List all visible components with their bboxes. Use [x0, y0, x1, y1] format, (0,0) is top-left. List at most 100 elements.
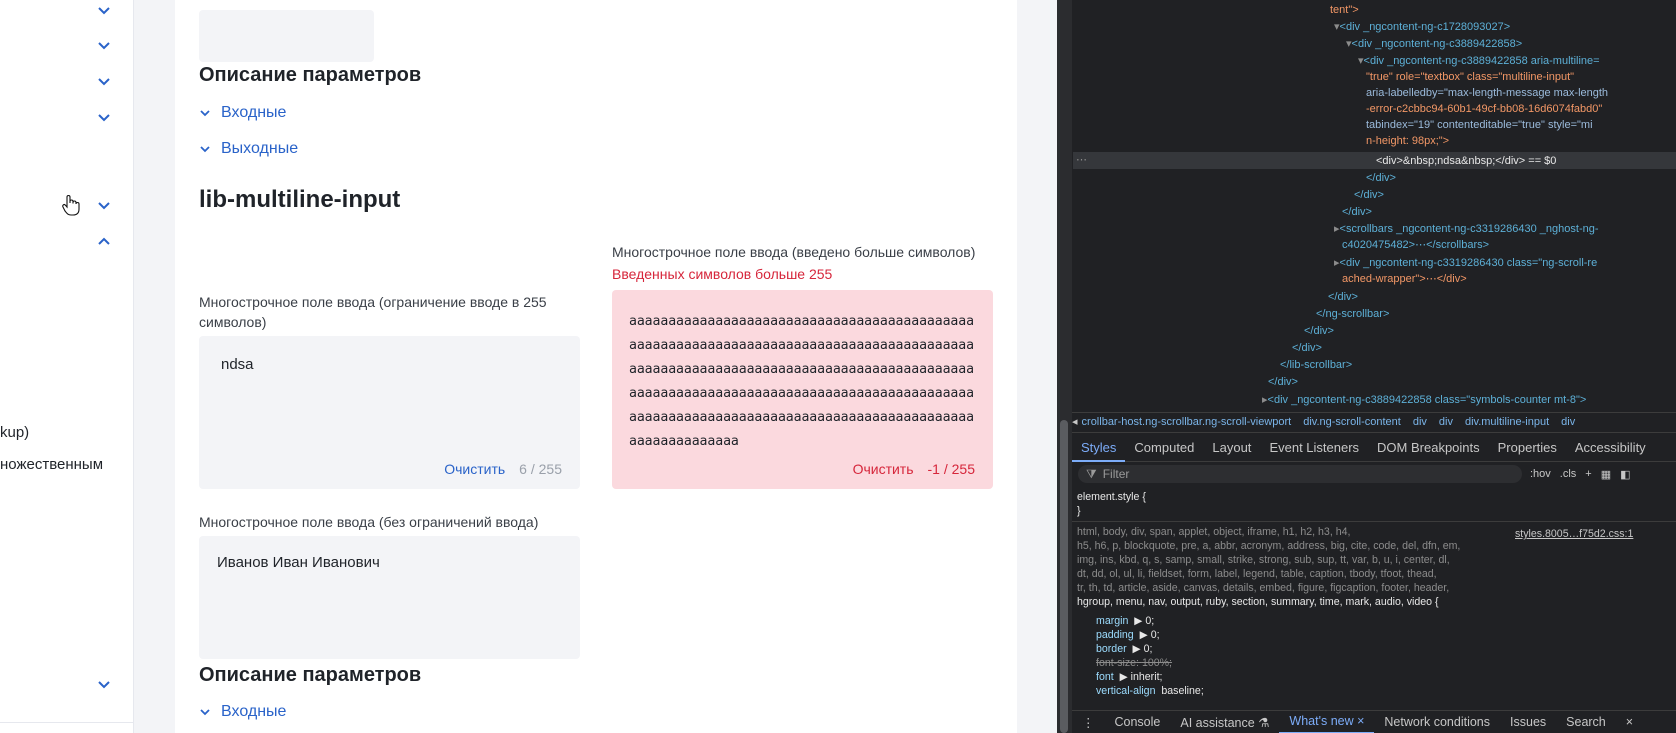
css-prop-name[interactable]: border: [1096, 643, 1127, 655]
breadcrumb-item[interactable]: div: [1561, 416, 1575, 428]
dom-line[interactable]: </div>: [1292, 342, 1322, 354]
chevron-down-icon[interactable]: [97, 74, 111, 88]
chevron-down-icon[interactable]: [97, 677, 111, 691]
css-selector[interactable]: html, body, div, span, applet, object, i…: [1077, 526, 1350, 538]
more-tools-icon[interactable]: ⋮: [1072, 715, 1105, 730]
drawer-tab-ai-assistance[interactable]: AI assistance ⚗: [1170, 715, 1279, 730]
dom-line[interactable]: tent">: [1330, 4, 1359, 16]
inputs-expander[interactable]: Входные: [199, 104, 286, 122]
scroll-left-icon[interactable]: ◂: [1072, 416, 1078, 428]
inputs-expander[interactable]: Входные: [199, 703, 286, 721]
dom-line[interactable]: ached-wrapper">⋯</div>: [1342, 273, 1467, 285]
css-prop-value[interactable]: ▶ 0;: [1140, 629, 1160, 641]
css-source-link[interactable]: styles.8005…f75d2.css:1: [1515, 528, 1633, 540]
chevron-up-icon[interactable]: [97, 234, 111, 248]
more-icon[interactable]: ⋯: [1076, 154, 1087, 166]
tab-styles[interactable]: Styles: [1072, 436, 1126, 462]
dom-line[interactable]: <div _ngcontent-ng-c3889422858>: [1352, 38, 1523, 50]
css-brace: }: [1077, 505, 1081, 517]
css-selector[interactable]: img, ins, kbd, q, s, samp, small, strike…: [1077, 554, 1450, 566]
dom-line[interactable]: </lib-scrollbar>: [1280, 359, 1352, 371]
drawer-tab-network-conditions[interactable]: Network conditions: [1374, 715, 1500, 729]
tab-layout[interactable]: Layout: [1203, 436, 1260, 462]
field-unlimited-value[interactable]: Иванов Иван Иванович: [217, 554, 380, 571]
drawer-tab-whats-new[interactable]: What's new ×: [1279, 711, 1375, 733]
dom-line[interactable]: tabindex="19" contenteditable="true" sty…: [1366, 119, 1593, 131]
drawer-tab-search[interactable]: Search: [1556, 715, 1616, 729]
close-icon[interactable]: ×: [1616, 715, 1643, 729]
chevron-down-icon[interactable]: [97, 110, 111, 124]
css-prop-name[interactable]: font: [1096, 671, 1114, 683]
css-prop-name[interactable]: font-size: [1096, 657, 1136, 669]
dom-line[interactable]: </div>: [1304, 325, 1334, 337]
dom-line[interactable]: </div>: [1342, 206, 1372, 218]
chevron-down-icon[interactable]: [97, 3, 111, 17]
field-limited-value[interactable]: ndsa: [221, 356, 254, 373]
selected-dom-node[interactable]: [1073, 152, 1676, 169]
previous-field-box[interactable]: [199, 10, 374, 62]
tab-computed[interactable]: Computed: [1125, 436, 1203, 462]
dom-line[interactable]: <div _ngcontent-ng-c3889422858 class="sy…: [1268, 394, 1587, 406]
dom-line[interactable]: aria-labelledby="max-length-message max-…: [1366, 87, 1608, 99]
drawer-tab-console[interactable]: Console: [1105, 715, 1171, 729]
field-over-input[interactable]: aaaaaaaaaaaaaaaaaaaaaaaaaaaaaaaaaaaaaaaa…: [612, 290, 993, 489]
tab-properties[interactable]: Properties: [1489, 436, 1566, 462]
paint-icon[interactable]: ▦: [1601, 468, 1611, 481]
inputs-label: Входные: [221, 104, 287, 121]
dom-line[interactable]: </div>: [1268, 376, 1298, 388]
css-prop-name[interactable]: padding: [1096, 629, 1134, 641]
dom-line[interactable]: <scrollbars _ngcontent-ng-c3319286430 _n…: [1340, 223, 1599, 235]
divider: [0, 722, 133, 723]
css-selector[interactable]: hgroup, menu, nav, output, ruby, section…: [1077, 596, 1439, 608]
chevron-down-icon[interactable]: [97, 38, 111, 52]
field-unlimited-input[interactable]: Иванов Иван Иванович: [199, 536, 580, 659]
css-selector[interactable]: h5, h6, p, blockquote, pre, a, abbr, acr…: [1077, 540, 1460, 552]
dom-line[interactable]: "true" role="textbox" class="multiline-i…: [1366, 71, 1574, 83]
dom-line[interactable]: </div>: [1366, 172, 1396, 184]
clear-button[interactable]: Очистить: [444, 461, 505, 477]
breadcrumb-item[interactable]: div: [1413, 416, 1427, 428]
css-prop-value[interactable]: ▶ 0;: [1133, 643, 1153, 655]
css-prop-name[interactable]: margin: [1096, 615, 1128, 627]
sidebar-toggle-icon[interactable]: ◧: [1620, 468, 1630, 481]
dom-line[interactable]: </ng-scrollbar>: [1316, 308, 1389, 320]
hov-button[interactable]: :hov: [1530, 468, 1551, 481]
dom-line[interactable]: </div>: [1328, 291, 1358, 303]
drawer-tab-issues[interactable]: Issues: [1500, 715, 1556, 729]
css-prop-value[interactable]: ▶ inherit;: [1120, 671, 1163, 683]
dom-line[interactable]: <div>&nbsp;ndsa&nbsp;</div> == $0: [1376, 155, 1556, 167]
dom-line[interactable]: <div _ngcontent-ng-c1728093027>: [1340, 21, 1511, 33]
tab-accessibility[interactable]: Accessibility: [1566, 436, 1655, 462]
dom-line[interactable]: </div>: [1354, 189, 1384, 201]
css-selector[interactable]: tr, th, td, article, aside, canvas, deta…: [1077, 582, 1449, 594]
tab-dom-breakpoints[interactable]: DOM Breakpoints: [1368, 436, 1489, 462]
css-prop-name[interactable]: vertical-align: [1096, 685, 1155, 697]
new-rule-button[interactable]: +: [1585, 468, 1591, 481]
outputs-expander[interactable]: Выходные: [199, 140, 298, 158]
tab-event-listeners[interactable]: Event Listeners: [1260, 436, 1368, 462]
devtools-scrollbar-thumb[interactable]: [1060, 420, 1068, 733]
dom-line[interactable]: c4020475482>⋯</scrollbars>: [1342, 239, 1489, 251]
dom-line[interactable]: <div _ngcontent-ng-c3319286430 class="ng…: [1340, 257, 1598, 269]
dom-line[interactable]: -error-c2cbbc94-60b1-49cf-bb08-16d6074fa…: [1366, 103, 1602, 115]
css-selector[interactable]: element.style {: [1077, 491, 1146, 503]
clear-button[interactable]: Очистить: [853, 461, 914, 477]
dom-line[interactable]: n-height: 98px;">: [1366, 135, 1449, 147]
params-title: Описание параметров: [199, 664, 422, 686]
breadcrumb-item[interactable]: div.ng-scroll-content: [1303, 416, 1401, 428]
cls-button[interactable]: .cls: [1560, 468, 1577, 481]
sidebar-item-label[interactable]: kup): [0, 424, 29, 441]
chevron-down-icon[interactable]: [97, 198, 111, 212]
field-limited-input[interactable]: ndsa Очистить 6 / 255: [199, 336, 580, 489]
breadcrumb-item[interactable]: div: [1439, 416, 1453, 428]
css-selector[interactable]: dt, dd, ol, ul, li, fieldset, form, labe…: [1077, 568, 1437, 580]
field-over-value[interactable]: aaaaaaaaaaaaaaaaaaaaaaaaaaaaaaaaaaaaaaaa…: [629, 310, 977, 454]
filter-input[interactable]: ⧩ Filter: [1078, 465, 1522, 483]
css-prop-value[interactable]: 100%;: [1142, 657, 1172, 669]
css-prop-value[interactable]: baseline;: [1161, 685, 1203, 697]
css-prop-value[interactable]: ▶ 0;: [1134, 615, 1154, 627]
breadcrumb-item[interactable]: crollbar-host.ng-scrollbar.ng-scroll-vie…: [1082, 416, 1292, 428]
sidebar-item-label[interactable]: ножественным: [0, 456, 103, 473]
breadcrumb-item[interactable]: div.multiline-input: [1465, 416, 1549, 428]
dom-line[interactable]: <div _ngcontent-ng-c3889422858 aria-mult…: [1364, 55, 1600, 67]
